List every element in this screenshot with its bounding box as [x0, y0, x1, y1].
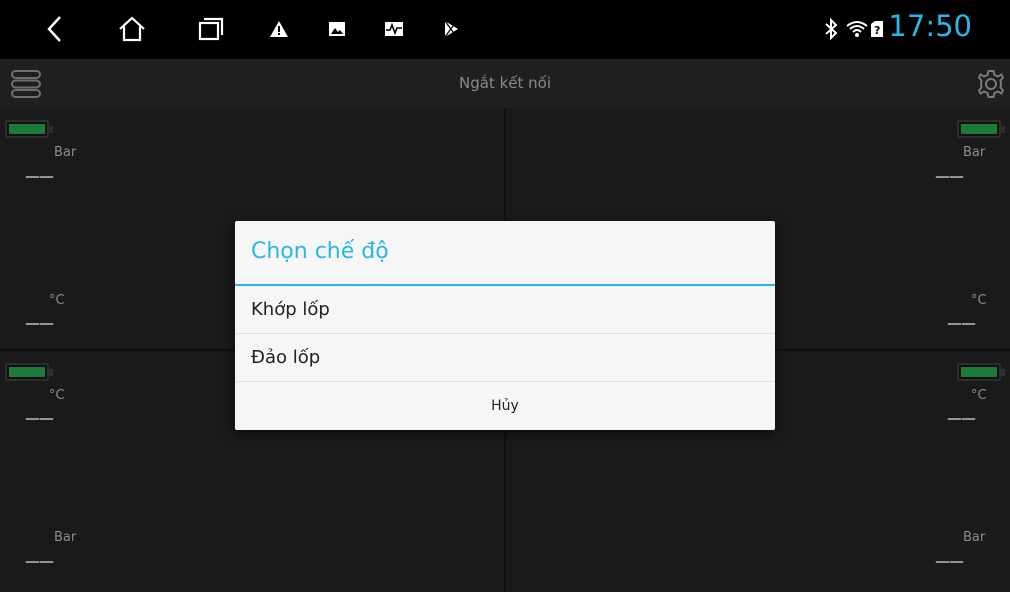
temperature-value: ——: [947, 409, 976, 427]
pressure-value: ——: [25, 552, 54, 570]
header-bar: Ngắt kết nối: [0, 59, 1010, 108]
dialog-option-match-tire[interactable]: Khớp lốp: [235, 286, 775, 334]
pressure-value: ——: [935, 552, 964, 570]
dialog-option-label: Đảo lốp: [251, 347, 321, 368]
temperature-unit: °C: [49, 388, 65, 403]
temperature-value: ——: [25, 314, 54, 332]
recent-apps-icon[interactable]: [196, 14, 226, 44]
activity-icon: [379, 14, 409, 44]
cancel-button[interactable]: Hủy: [235, 383, 775, 430]
temperature-unit: °C: [971, 293, 987, 308]
back-icon[interactable]: [40, 14, 70, 44]
dialog-option-label: Khớp lốp: [251, 299, 330, 320]
clock: 17:50: [888, 9, 972, 43]
temperature-unit: °C: [971, 388, 987, 403]
pressure-value: ——: [25, 167, 54, 185]
battery-icon: [957, 363, 1005, 381]
image-icon: [322, 14, 352, 44]
svg-text:?: ?: [874, 24, 880, 37]
battery-icon: [5, 363, 53, 381]
temperature-value: ——: [947, 314, 976, 332]
battery-icon: [957, 120, 1005, 138]
status-bar: ? 17:50: [0, 0, 1010, 59]
pressure-unit: Bar: [963, 530, 986, 545]
dialog-option-swap-tire[interactable]: Đảo lốp: [235, 334, 775, 382]
gear-icon[interactable]: [975, 68, 1007, 100]
play-store-icon: [436, 14, 466, 44]
temperature-unit: °C: [49, 293, 65, 308]
pressure-value: ——: [935, 167, 964, 185]
cancel-button-label: Hủy: [491, 398, 519, 414]
page-title: Ngắt kết nối: [459, 74, 551, 92]
warning-icon: [264, 14, 294, 44]
pressure-unit: Bar: [963, 145, 986, 160]
home-icon[interactable]: [117, 14, 147, 44]
battery-icon: [5, 120, 53, 138]
mode-select-dialog: Chọn chế độ Khớp lốp Đảo lốp Hủy: [235, 221, 775, 430]
pressure-unit: Bar: [54, 145, 77, 160]
temperature-value: ——: [25, 409, 54, 427]
dialog-title: Chọn chế độ: [251, 239, 389, 264]
pressure-unit: Bar: [54, 530, 77, 545]
